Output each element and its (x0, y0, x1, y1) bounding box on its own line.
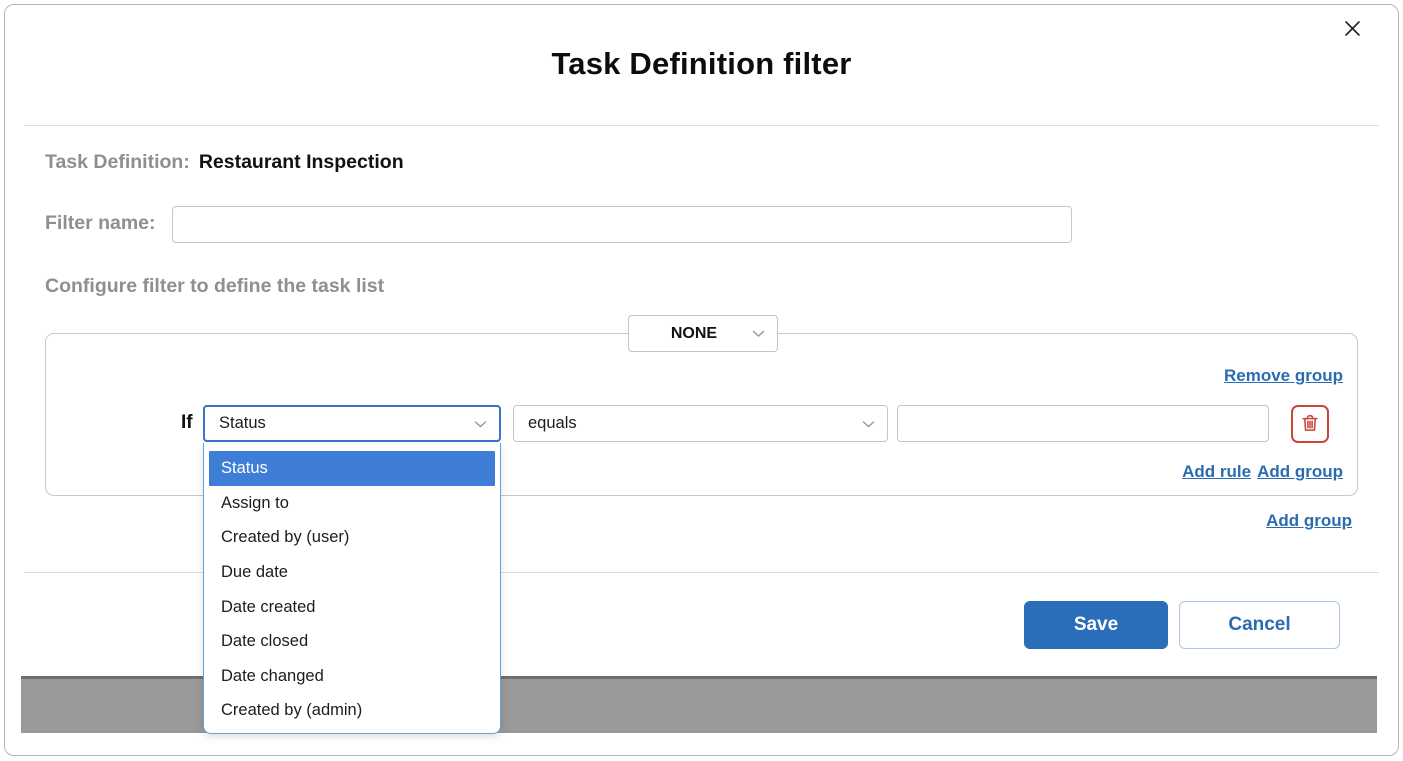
remove-group-link[interactable]: Remove group (1224, 366, 1343, 386)
rule-if-label: If (181, 412, 193, 434)
cancel-button[interactable]: Cancel (1179, 601, 1340, 649)
page-title: Task Definition filter (0, 46, 1403, 82)
filter-name-label: Filter name: (45, 212, 156, 235)
dropdown-option-date-created[interactable]: Date created (204, 590, 500, 625)
dropdown-option-assign-to[interactable]: Assign to (204, 486, 500, 521)
close-icon (1343, 19, 1362, 41)
rule-field-select[interactable]: Status (203, 405, 501, 442)
configure-hint: Configure filter to define the task list (45, 275, 384, 298)
task-definition-label: Task Definition: (45, 151, 190, 174)
chevron-down-icon (862, 414, 875, 433)
dropdown-option-date-closed[interactable]: Date closed (204, 624, 500, 659)
dropdown-option-created-by-user[interactable]: Created by (user) (204, 521, 500, 556)
rule-links: Add rule Add group (1182, 462, 1343, 482)
save-button[interactable]: Save (1024, 601, 1168, 649)
task-definition-value: Restaurant Inspection (199, 151, 404, 174)
dropdown-option-date-changed[interactable]: Date changed (204, 659, 500, 694)
trash-icon (1299, 412, 1321, 437)
filter-name-input[interactable] (172, 206, 1072, 243)
header-divider (24, 125, 1379, 126)
rule-operator-value: equals (528, 414, 577, 433)
rule-operator-select[interactable]: equals (513, 405, 888, 442)
delete-rule-button[interactable] (1291, 405, 1329, 443)
add-rule-link[interactable]: Add rule (1182, 462, 1251, 482)
dropdown-option-created-by-admin[interactable]: Created by (admin) (204, 694, 500, 729)
add-group-link[interactable]: Add group (1257, 462, 1343, 482)
rule-field-value: Status (219, 414, 266, 433)
dropdown-option-status[interactable]: Status (209, 451, 495, 486)
rule-value-input[interactable] (897, 405, 1269, 442)
task-definition-row: Task Definition: Restaurant Inspection (45, 151, 404, 174)
task-definition-filter-dialog: Task Definition filter Task Definition: … (0, 0, 1403, 761)
conjunction-select[interactable]: NONE (628, 315, 778, 352)
field-dropdown-panel: Status Assign to Created by (user) Due d… (203, 443, 501, 734)
dropdown-option-due-date[interactable]: Due date (204, 555, 500, 590)
conjunction-value: NONE (671, 325, 717, 343)
chevron-down-icon (474, 414, 487, 433)
chevron-down-icon (752, 325, 765, 343)
close-button[interactable] (1338, 16, 1366, 44)
add-group-outer-link[interactable]: Add group (1266, 511, 1352, 531)
